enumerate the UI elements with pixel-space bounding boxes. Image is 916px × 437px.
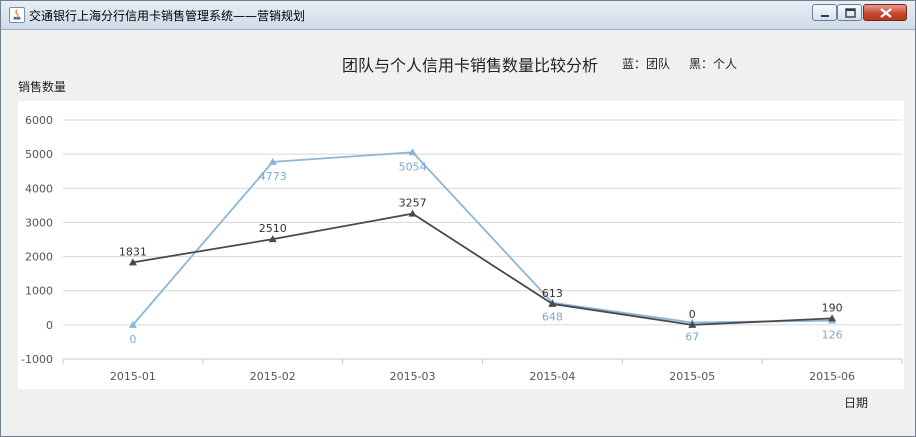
main-content: 团队与个人信用卡销售数量比较分析 蓝：团队 黑：个人 销售数量 日期 -1000…: [6, 30, 910, 433]
window-title: 交通银行上海分行信用卡销售管理系统——营销规划: [29, 9, 306, 23]
x-axis-label: 日期: [844, 396, 869, 410]
y-tick-label: 3000: [25, 216, 53, 229]
y-tick-label: 1000: [25, 285, 53, 298]
data-label: 67: [685, 331, 699, 344]
data-label: 1831: [119, 245, 147, 258]
series-line-team: [132, 151, 833, 326]
data-label: 3257: [399, 197, 427, 210]
y-axis-label: 销售数量: [18, 80, 67, 94]
x-tick-label: 2015-05: [669, 370, 715, 383]
data-label: 4773: [259, 170, 287, 183]
y-tick-label: 0: [46, 319, 53, 332]
minimize-button[interactable]: [812, 4, 837, 21]
minimize-icon: [821, 15, 829, 17]
app-window: 交通银行上海分行信用卡销售管理系统——营销规划 团队与个人信用卡销售数量比较分析…: [0, 0, 916, 437]
plot-panel: -1000 0 1000 2000 3000 4000 5000 6000 2015-01 201…: [18, 101, 904, 389]
data-label: 5054: [399, 160, 427, 173]
chart-title: 团队与个人信用卡销售数量比较分析: [342, 56, 599, 75]
legend-individual: 黑：个人: [689, 57, 738, 71]
java-app-icon: [9, 7, 25, 23]
series-line-individual: [132, 212, 833, 326]
data-label: 126: [822, 329, 843, 342]
y-tick-label: -1000: [21, 353, 53, 366]
x-tick-label: 2015-02: [250, 370, 296, 383]
x-tick-label: 2015-04: [529, 370, 575, 383]
data-label: 190: [822, 301, 843, 314]
y-tick-label: 2000: [25, 251, 53, 264]
data-label: 0: [129, 333, 136, 346]
legend-team: 蓝：团队: [622, 57, 671, 71]
y-tick-label: 4000: [25, 182, 53, 195]
y-tick-label: 5000: [25, 148, 53, 161]
data-point-marker: [408, 209, 417, 217]
line-chart: -1000 0 1000 2000 3000 4000 5000 6000 2015-01 201…: [21, 114, 903, 383]
title-bar[interactable]: 交通银行上海分行信用卡销售管理系统——营销规划: [1, 1, 915, 30]
maximize-button[interactable]: [837, 4, 862, 21]
maximize-icon: [845, 8, 856, 18]
y-tick-label: 6000: [25, 114, 53, 127]
data-label: 613: [542, 287, 563, 300]
close-icon: [880, 8, 892, 18]
x-tick-label: 2015-06: [809, 370, 855, 383]
data-label: 0: [689, 308, 696, 321]
data-label: 2510: [259, 222, 287, 235]
x-tick-label: 2015-01: [110, 370, 156, 383]
data-label: 648: [542, 311, 563, 324]
close-button[interactable]: [863, 4, 907, 21]
x-tick-label: 2015-03: [390, 370, 436, 383]
